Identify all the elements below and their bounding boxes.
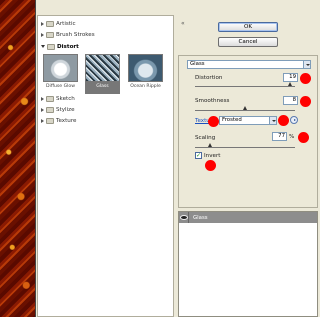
layer-row[interactable]: Glass: [179, 212, 317, 223]
filter-gallery-tree[interactable]: Artistic Brush Strokes Distort Diffuse G…: [37, 15, 174, 317]
thumbnail-image: [128, 54, 163, 82]
filter-select[interactable]: Glass: [187, 60, 311, 69]
annotation-dot: [298, 132, 309, 143]
category-texture[interactable]: Texture: [41, 116, 76, 125]
texture-select-value: Frosted: [222, 117, 242, 123]
smoothness-label: Smoothness: [195, 98, 230, 104]
eye-icon[interactable]: [179, 212, 189, 223]
smoothness-input[interactable]: 8: [283, 96, 298, 105]
category-artistic[interactable]: Artistic: [41, 19, 76, 28]
category-sketch[interactable]: Sketch: [41, 94, 75, 103]
category-label: Brush Strokes: [56, 31, 95, 38]
folder-icon: [46, 117, 54, 124]
distortion-slider-track[interactable]: [195, 86, 295, 87]
annotation-dot: [300, 73, 311, 84]
thumbnail-diffuse-glow[interactable]: Diffuse Glow: [43, 54, 78, 94]
category-label: Stylize: [56, 106, 75, 113]
collapse-gallery-icon[interactable]: «: [181, 20, 185, 27]
expand-arrow-icon[interactable]: [41, 118, 44, 123]
cancel-button[interactable]: Cancel: [218, 37, 278, 47]
annotation-dot: [208, 116, 219, 127]
annotation-dot: [278, 115, 289, 126]
scaling-slider-track[interactable]: [195, 147, 295, 148]
folder-icon: [46, 106, 54, 113]
scaling-label: Scaling: [195, 135, 216, 141]
effect-layers-panel: Glass: [178, 211, 318, 317]
smoothness-slider-knob[interactable]: [242, 106, 247, 110]
category-stylize[interactable]: Stylize: [41, 105, 75, 114]
category-brush-strokes[interactable]: Brush Strokes: [41, 30, 95, 39]
category-label: Distort: [57, 43, 79, 50]
distortion-input[interactable]: 19: [283, 73, 298, 82]
chevron-down-icon[interactable]: [269, 117, 276, 124]
preview-canvas: [0, 0, 36, 317]
category-label: Sketch: [56, 95, 75, 102]
folder-icon: [46, 20, 54, 27]
filter-select-value: Glass: [190, 61, 205, 67]
texture-menu-icon[interactable]: [290, 116, 298, 124]
distort-thumbnails: Diffuse Glow Glass Ocean Ripple: [43, 54, 163, 94]
folder-icon: [46, 95, 54, 102]
texture-select[interactable]: Frosted: [219, 116, 277, 125]
ok-button[interactable]: OK: [218, 22, 278, 32]
category-label: Artistic: [56, 20, 76, 27]
expand-arrow-icon[interactable]: [41, 96, 44, 101]
collapse-arrow-icon[interactable]: [41, 45, 45, 48]
annotation-dot: [205, 160, 216, 171]
category-label: Texture: [56, 117, 77, 124]
folder-icon: [47, 43, 55, 50]
annotation-dot: [300, 96, 311, 107]
scaling-slider-knob[interactable]: [207, 143, 212, 147]
smoothness-slider-track[interactable]: [195, 110, 295, 111]
expand-arrow-icon[interactable]: [41, 32, 44, 37]
expand-arrow-icon[interactable]: [41, 21, 44, 26]
scaling-unit: %: [289, 134, 295, 140]
category-distort[interactable]: Distort: [41, 42, 79, 51]
invert-checkbox[interactable]: ✓: [195, 152, 202, 159]
expand-arrow-icon[interactable]: [41, 107, 44, 112]
chevron-down-icon[interactable]: [303, 61, 310, 68]
layer-name: Glass: [193, 214, 208, 221]
thumbnail-label: Glass: [96, 84, 109, 89]
thumbnail-label: Diffuse Glow: [46, 84, 75, 89]
thumbnail-image: [43, 54, 78, 82]
thumbnail-image: [85, 54, 120, 82]
thumbnail-label: Ocean Ripple: [130, 84, 161, 89]
distortion-slider-knob[interactable]: [287, 82, 292, 86]
scaling-input[interactable]: 77: [272, 132, 287, 141]
filter-settings-panel: Glass Distortion 19 Smoothness 8 Texture…: [178, 55, 318, 208]
invert-label: Invert: [204, 153, 221, 159]
thumbnail-ocean-ripple[interactable]: Ocean Ripple: [128, 54, 163, 94]
distortion-label: Distortion: [195, 75, 223, 81]
folder-icon: [46, 31, 54, 38]
thumbnail-glass[interactable]: Glass: [85, 54, 120, 94]
